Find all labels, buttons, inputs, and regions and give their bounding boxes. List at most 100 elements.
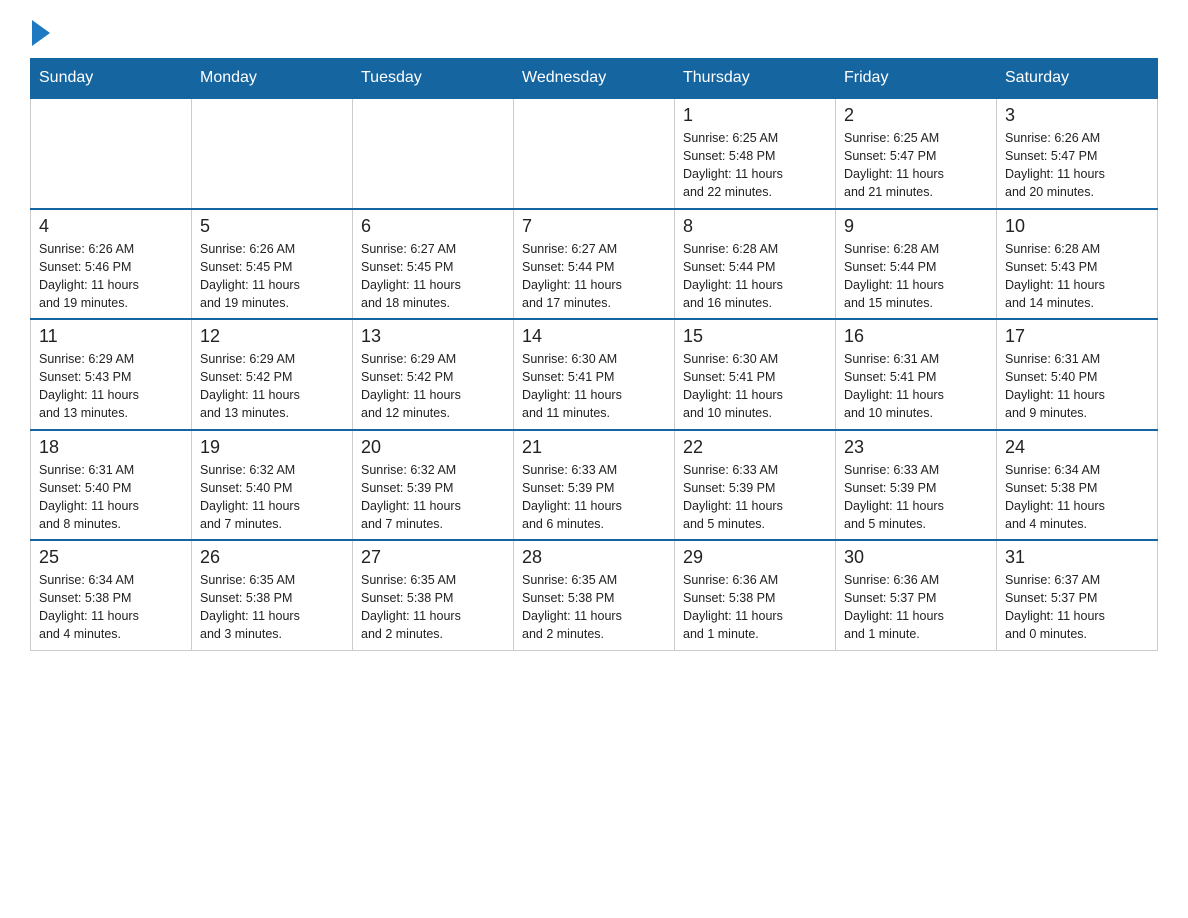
calendar-weekday-header: Wednesday (514, 59, 675, 99)
day-number: 2 (844, 105, 988, 126)
calendar-weekday-header: Thursday (675, 59, 836, 99)
calendar-cell: 20 Sunrise: 6:32 AM Sunset: 5:39 PM Dayli… (353, 430, 514, 541)
calendar-cell: 26 Sunrise: 6:35 AM Sunset: 5:38 PM Dayli… (192, 540, 353, 650)
day-number: 12 (200, 326, 344, 347)
day-info: Sunrise: 6:26 AM Sunset: 5:47 PM Dayligh… (1005, 129, 1149, 202)
day-number: 19 (200, 437, 344, 458)
calendar-cell: 22 Sunrise: 6:33 AM Sunset: 5:39 PM Dayli… (675, 430, 836, 541)
day-info: Sunrise: 6:35 AM Sunset: 5:38 PM Dayligh… (200, 571, 344, 644)
calendar-cell: 27 Sunrise: 6:35 AM Sunset: 5:38 PM Dayli… (353, 540, 514, 650)
day-info: Sunrise: 6:25 AM Sunset: 5:48 PM Dayligh… (683, 129, 827, 202)
day-number: 20 (361, 437, 505, 458)
day-number: 5 (200, 216, 344, 237)
calendar-cell: 19Sunrise: 6:32 AM Sunset: 5:40 PM Dayli… (192, 430, 353, 541)
calendar-cell (514, 98, 675, 209)
calendar-cell: 29 Sunrise: 6:36 AM Sunset: 5:38 PM Dayli… (675, 540, 836, 650)
calendar-weekday-header: Monday (192, 59, 353, 99)
calendar-cell: 15 Sunrise: 6:30 AM Sunset: 5:41 PM Dayli… (675, 319, 836, 430)
calendar-cell: 13 Sunrise: 6:29 AM Sunset: 5:42 PM Dayli… (353, 319, 514, 430)
day-number: 31 (1005, 547, 1149, 568)
day-info: Sunrise: 6:28 AM Sunset: 5:43 PM Dayligh… (1005, 240, 1149, 313)
day-number: 29 (683, 547, 827, 568)
logo-arrow-icon (32, 20, 50, 46)
logo (30, 20, 50, 48)
calendar-week-row: 18Sunrise: 6:31 AM Sunset: 5:40 PM Dayli… (31, 430, 1158, 541)
day-number: 11 (39, 326, 183, 347)
day-number: 23 (844, 437, 988, 458)
calendar-weekday-header: Tuesday (353, 59, 514, 99)
day-number: 13 (361, 326, 505, 347)
calendar-cell: 16 Sunrise: 6:31 AM Sunset: 5:41 PM Dayli… (836, 319, 997, 430)
day-number: 14 (522, 326, 666, 347)
day-number: 24 (1005, 437, 1149, 458)
day-number: 9 (844, 216, 988, 237)
day-info: Sunrise: 6:27 AM Sunset: 5:44 PM Dayligh… (522, 240, 666, 313)
calendar-week-row: 4Sunrise: 6:26 AM Sunset: 5:46 PM Daylig… (31, 209, 1158, 320)
calendar-cell: 14 Sunrise: 6:30 AM Sunset: 5:41 PM Dayli… (514, 319, 675, 430)
day-info: Sunrise: 6:37 AM Sunset: 5:37 PM Dayligh… (1005, 571, 1149, 644)
calendar-cell: 7 Sunrise: 6:27 AM Sunset: 5:44 PM Daylig… (514, 209, 675, 320)
day-info: Sunrise: 6:33 AM Sunset: 5:39 PM Dayligh… (844, 461, 988, 534)
day-number: 22 (683, 437, 827, 458)
day-info: Sunrise: 6:36 AM Sunset: 5:38 PM Dayligh… (683, 571, 827, 644)
day-number: 25 (39, 547, 183, 568)
day-number: 27 (361, 547, 505, 568)
day-info: Sunrise: 6:34 AM Sunset: 5:38 PM Dayligh… (1005, 461, 1149, 534)
calendar-cell: 8Sunrise: 6:28 AM Sunset: 5:44 PM Daylig… (675, 209, 836, 320)
day-info: Sunrise: 6:29 AM Sunset: 5:42 PM Dayligh… (361, 350, 505, 423)
day-number: 10 (1005, 216, 1149, 237)
calendar-cell: 25Sunrise: 6:34 AM Sunset: 5:38 PM Dayli… (31, 540, 192, 650)
day-number: 26 (200, 547, 344, 568)
calendar-cell (31, 98, 192, 209)
calendar-cell: 3Sunrise: 6:26 AM Sunset: 5:47 PM Daylig… (997, 98, 1158, 209)
day-number: 17 (1005, 326, 1149, 347)
day-info: Sunrise: 6:32 AM Sunset: 5:39 PM Dayligh… (361, 461, 505, 534)
day-info: Sunrise: 6:29 AM Sunset: 5:42 PM Dayligh… (200, 350, 344, 423)
day-info: Sunrise: 6:35 AM Sunset: 5:38 PM Dayligh… (522, 571, 666, 644)
calendar-cell (353, 98, 514, 209)
calendar-week-row: 11 Sunrise: 6:29 AM Sunset: 5:43 PM Dayli… (31, 319, 1158, 430)
day-info: Sunrise: 6:30 AM Sunset: 5:41 PM Dayligh… (683, 350, 827, 423)
calendar-week-row: 25Sunrise: 6:34 AM Sunset: 5:38 PM Dayli… (31, 540, 1158, 650)
day-number: 8 (683, 216, 827, 237)
day-number: 1 (683, 105, 827, 126)
calendar-cell: 18Sunrise: 6:31 AM Sunset: 5:40 PM Dayli… (31, 430, 192, 541)
calendar-weekday-header: Friday (836, 59, 997, 99)
calendar-cell: 4Sunrise: 6:26 AM Sunset: 5:46 PM Daylig… (31, 209, 192, 320)
calendar-cell: 11 Sunrise: 6:29 AM Sunset: 5:43 PM Dayli… (31, 319, 192, 430)
day-number: 30 (844, 547, 988, 568)
calendar-weekday-header: Sunday (31, 59, 192, 99)
day-info: Sunrise: 6:31 AM Sunset: 5:40 PM Dayligh… (1005, 350, 1149, 423)
calendar-cell: 24 Sunrise: 6:34 AM Sunset: 5:38 PM Dayli… (997, 430, 1158, 541)
calendar-cell: 31 Sunrise: 6:37 AM Sunset: 5:37 PM Dayli… (997, 540, 1158, 650)
calendar-cell (192, 98, 353, 209)
day-info: Sunrise: 6:26 AM Sunset: 5:46 PM Dayligh… (39, 240, 183, 313)
day-info: Sunrise: 6:33 AM Sunset: 5:39 PM Dayligh… (683, 461, 827, 534)
calendar-cell: 12 Sunrise: 6:29 AM Sunset: 5:42 PM Dayli… (192, 319, 353, 430)
page-header (30, 20, 1158, 48)
calendar-cell: 23 Sunrise: 6:33 AM Sunset: 5:39 PM Dayli… (836, 430, 997, 541)
calendar-header-row: SundayMondayTuesdayWednesdayThursdayFrid… (31, 59, 1158, 99)
calendar-cell: 6Sunrise: 6:27 AM Sunset: 5:45 PM Daylig… (353, 209, 514, 320)
day-info: Sunrise: 6:35 AM Sunset: 5:38 PM Dayligh… (361, 571, 505, 644)
day-number: 7 (522, 216, 666, 237)
calendar-cell: 2 Sunrise: 6:25 AM Sunset: 5:47 PM Daylig… (836, 98, 997, 209)
day-info: Sunrise: 6:28 AM Sunset: 5:44 PM Dayligh… (844, 240, 988, 313)
day-info: Sunrise: 6:31 AM Sunset: 5:41 PM Dayligh… (844, 350, 988, 423)
day-info: Sunrise: 6:25 AM Sunset: 5:47 PM Dayligh… (844, 129, 988, 202)
day-info: Sunrise: 6:27 AM Sunset: 5:45 PM Dayligh… (361, 240, 505, 313)
day-info: Sunrise: 6:30 AM Sunset: 5:41 PM Dayligh… (522, 350, 666, 423)
day-number: 18 (39, 437, 183, 458)
calendar-cell: 28 Sunrise: 6:35 AM Sunset: 5:38 PM Dayli… (514, 540, 675, 650)
calendar-cell: 10 Sunrise: 6:28 AM Sunset: 5:43 PM Dayli… (997, 209, 1158, 320)
calendar-weekday-header: Saturday (997, 59, 1158, 99)
day-info: Sunrise: 6:33 AM Sunset: 5:39 PM Dayligh… (522, 461, 666, 534)
calendar-cell: 1 Sunrise: 6:25 AM Sunset: 5:48 PM Daylig… (675, 98, 836, 209)
day-number: 16 (844, 326, 988, 347)
calendar-cell: 9 Sunrise: 6:28 AM Sunset: 5:44 PM Daylig… (836, 209, 997, 320)
day-number: 21 (522, 437, 666, 458)
day-info: Sunrise: 6:29 AM Sunset: 5:43 PM Dayligh… (39, 350, 183, 423)
day-number: 15 (683, 326, 827, 347)
day-number: 28 (522, 547, 666, 568)
calendar-cell: 17 Sunrise: 6:31 AM Sunset: 5:40 PM Dayli… (997, 319, 1158, 430)
